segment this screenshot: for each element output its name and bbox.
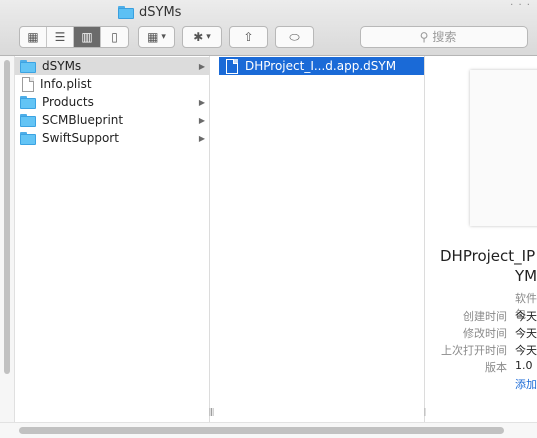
item-label: SCMBlueprint bbox=[42, 113, 124, 127]
window-title-text: dSYMs bbox=[139, 4, 182, 20]
meta-value: 今天 bbox=[515, 327, 537, 340]
list-item[interactable]: dSYMs ▶ bbox=[15, 57, 209, 75]
search-input[interactable] bbox=[432, 30, 469, 44]
arrange-icon: ▦ bbox=[147, 30, 159, 44]
window-title: dSYMs bbox=[118, 4, 181, 20]
list-item[interactable]: DHProject_I...d.app.dSYM bbox=[219, 57, 424, 75]
meta-key: 版本 bbox=[485, 361, 507, 374]
meta-value: 今天 bbox=[515, 344, 537, 357]
meta-row-created: 创建时间 今天 bbox=[426, 308, 537, 326]
folder-icon bbox=[20, 95, 36, 109]
search-icon: ⚲ bbox=[419, 30, 429, 44]
chevron-right-icon: ▶ bbox=[198, 133, 205, 143]
column-2: DHProject_I...d.app.dSYM || || bbox=[210, 56, 428, 422]
icon-view-icon[interactable]: ▦ bbox=[20, 27, 47, 47]
share-button[interactable]: ⇧ bbox=[229, 26, 268, 48]
search-field[interactable]: ⚲ bbox=[360, 26, 528, 48]
preview-filename-cont: YM bbox=[515, 267, 537, 285]
column-view-icon[interactable]: ▥ bbox=[74, 27, 101, 47]
meta-value: 今天 bbox=[515, 310, 537, 323]
preview-filename: DHProject_IP bbox=[440, 247, 536, 265]
meta-key: 修改时间 bbox=[463, 327, 507, 340]
folder-icon bbox=[118, 5, 134, 19]
item-label: DHProject_I...d.app.dSYM bbox=[245, 59, 397, 73]
share-icon: ⇧ bbox=[243, 30, 254, 44]
item-label: SwiftSupport bbox=[42, 131, 119, 145]
item-label: Products bbox=[42, 95, 94, 109]
meta-key: 创建时间 bbox=[463, 310, 507, 323]
add-tags-link[interactable]: 添加 bbox=[515, 376, 537, 392]
chevron-down-icon: ▾ bbox=[206, 32, 211, 42]
cover-flow-icon[interactable]: ▯ bbox=[101, 27, 128, 47]
preview-pane: DHProject_IP YM 软件包 创建时间 今天 修改时间 今天 上次打开… bbox=[426, 56, 537, 422]
preview-thumbnail bbox=[470, 70, 537, 226]
list-item[interactable]: SCMBlueprint ▶ bbox=[15, 111, 209, 129]
folder-icon bbox=[20, 113, 36, 127]
meta-row-modified: 修改时间 今天 bbox=[426, 325, 537, 343]
item-label: dSYMs bbox=[42, 59, 82, 73]
meta-value: 1.0 bbox=[515, 359, 533, 372]
list-item[interactable]: SwiftSupport ▶ bbox=[15, 129, 209, 147]
item-label: Info.plist bbox=[40, 77, 92, 91]
list-item[interactable]: Products ▶ bbox=[15, 93, 209, 111]
chevron-down-icon: ▾ bbox=[161, 32, 166, 42]
gear-icon: ✱ bbox=[193, 30, 204, 44]
list-item[interactable]: Info.plist bbox=[15, 75, 209, 93]
meta-row-last-opened: 上次打开时间 今天 bbox=[426, 342, 537, 360]
list-view-icon[interactable]: ☰ bbox=[47, 27, 74, 47]
action-button[interactable]: ✱ ▾ bbox=[182, 26, 222, 48]
column-resize-handle[interactable]: || bbox=[210, 407, 215, 416]
chevron-right-icon: ▶ bbox=[198, 115, 205, 125]
horizontal-scroll-thumb[interactable] bbox=[19, 427, 504, 434]
dsym-bundle-icon bbox=[226, 58, 238, 74]
chevron-right-icon: ▶ bbox=[198, 61, 205, 71]
horizontal-scrollbar[interactable] bbox=[0, 422, 537, 438]
tag-button[interactable]: ⬭ bbox=[275, 26, 314, 48]
tag-icon: ⬭ bbox=[289, 29, 300, 44]
toolbar: dSYMs · · · ▦ ☰ ▥ ▯ ▦ ▾ ✱ ▾ ⇧ ⬭ ⚲ bbox=[0, 0, 537, 56]
overflow-indicator: · · · bbox=[510, 0, 531, 11]
document-icon bbox=[22, 76, 34, 92]
meta-row-version: 版本 1.0 bbox=[426, 359, 537, 377]
meta-key: 上次打开时间 bbox=[441, 344, 507, 357]
vertical-scrollbar[interactable] bbox=[0, 56, 15, 422]
folder-icon bbox=[20, 59, 36, 73]
column-1: dSYMs ▶ Info.plist Products ▶ SCMBluepri… bbox=[15, 56, 213, 422]
folder-icon bbox=[20, 131, 36, 145]
vertical-scroll-thumb[interactable] bbox=[4, 60, 10, 374]
chevron-right-icon: ▶ bbox=[198, 97, 205, 107]
arrange-button[interactable]: ▦ ▾ bbox=[138, 26, 175, 48]
view-mode-switcher: ▦ ☰ ▥ ▯ bbox=[19, 26, 129, 48]
